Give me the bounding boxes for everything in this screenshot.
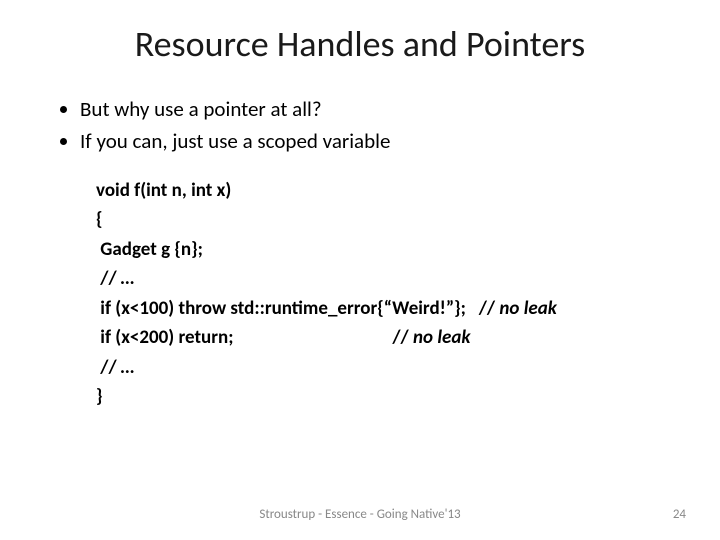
slide: Resource Handles and Pointers But why us… [0, 0, 720, 540]
code-text: // [96, 356, 121, 379]
code-line: // … [96, 353, 660, 382]
slide-title: Resource Handles and Pointers [60, 22, 660, 66]
code-text: // [96, 267, 121, 290]
code-text: if (x<100) throw std::runtime_error{“Wei… [96, 297, 499, 320]
code-line: if (x<200) return; // no leak [96, 323, 660, 352]
code-line: } [96, 382, 660, 411]
code-line: if (x<100) throw std::runtime_error{“Wei… [96, 294, 660, 323]
code-comment: … [121, 356, 135, 379]
code-block: void f(int n, int x) { Gadget g {n}; // … [96, 176, 660, 412]
code-comment: … [121, 267, 135, 290]
footer-text: Stroustrup - Essence - Going Native'13 [0, 507, 720, 522]
code-text: if (x<200) return; // [96, 326, 413, 349]
page-number: 24 [673, 507, 686, 522]
code-line: void f(int n, int x) [96, 176, 660, 205]
bullet-item: If you can, just use a scoped variable [80, 128, 660, 154]
code-comment: no leak [499, 297, 556, 320]
code-line: // … [96, 264, 660, 293]
code-comment: no leak [413, 326, 470, 349]
bullet-item: But why use a pointer at all? [80, 96, 660, 122]
code-line: Gadget g {n}; [96, 235, 660, 264]
bullet-list: But why use a pointer at all? If you can… [80, 96, 660, 154]
code-line: { [96, 205, 660, 234]
